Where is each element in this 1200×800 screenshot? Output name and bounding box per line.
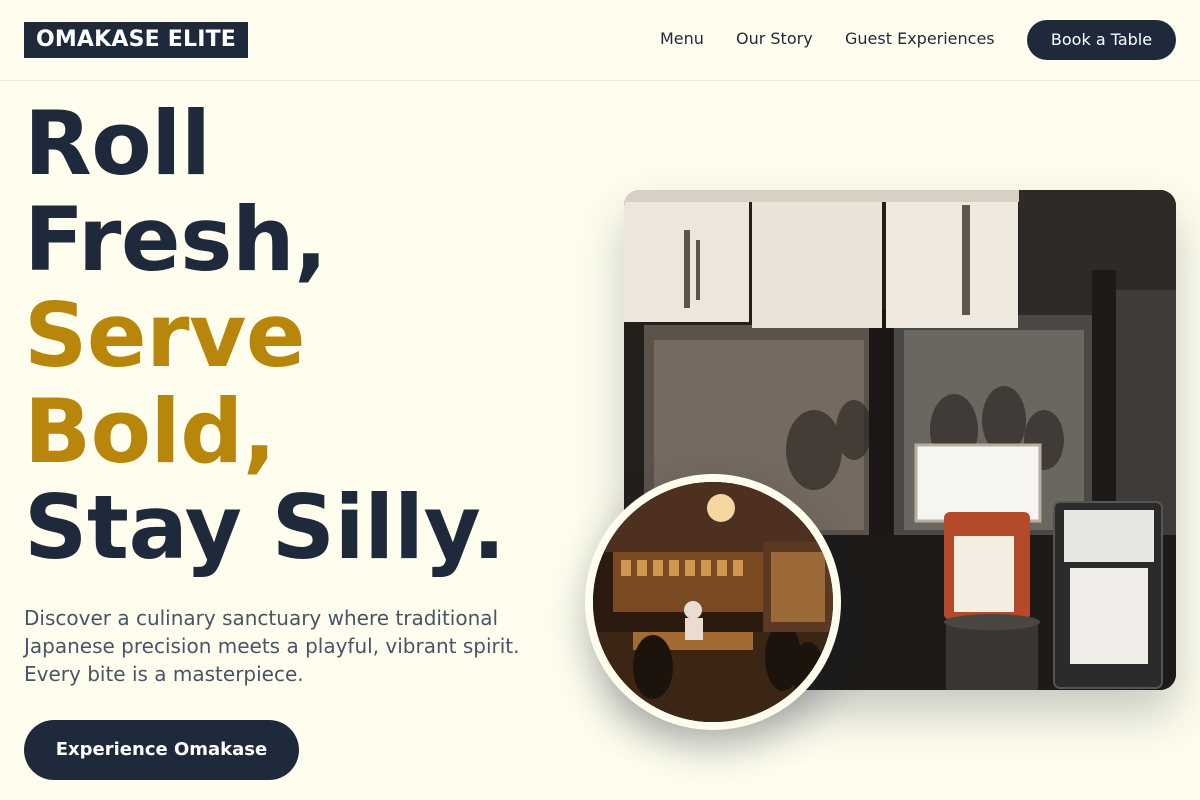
logo[interactable]: OMAKASE ELITE	[24, 22, 248, 58]
site-header: OMAKASE ELITE Menu Our Story Guest Exper…	[0, 0, 1200, 81]
nav-link-our-story[interactable]: Our Story	[736, 29, 813, 49]
nav-link-menu[interactable]: Menu	[660, 29, 704, 49]
nav-link-guest-experiences[interactable]: Guest Experiences	[845, 29, 995, 49]
restaurant-interior-photo	[585, 474, 841, 730]
headline-line-fresh: Fresh,	[24, 188, 328, 291]
hero-description: Discover a culinary sanctuary where trad…	[24, 606, 520, 686]
headline-line-serve: Serve	[24, 284, 306, 387]
headline-line-stay-silly: Stay Silly.	[24, 476, 506, 579]
book-table-button[interactable]: Book a Table	[1027, 20, 1176, 60]
hero-headline: Roll Fresh, Serve Bold, Stay Silly.	[24, 96, 584, 576]
headline-line-bold: Bold,	[24, 380, 276, 483]
experience-omakase-button[interactable]: Experience Omakase	[24, 720, 299, 780]
headline-line-roll: Roll	[24, 92, 211, 195]
